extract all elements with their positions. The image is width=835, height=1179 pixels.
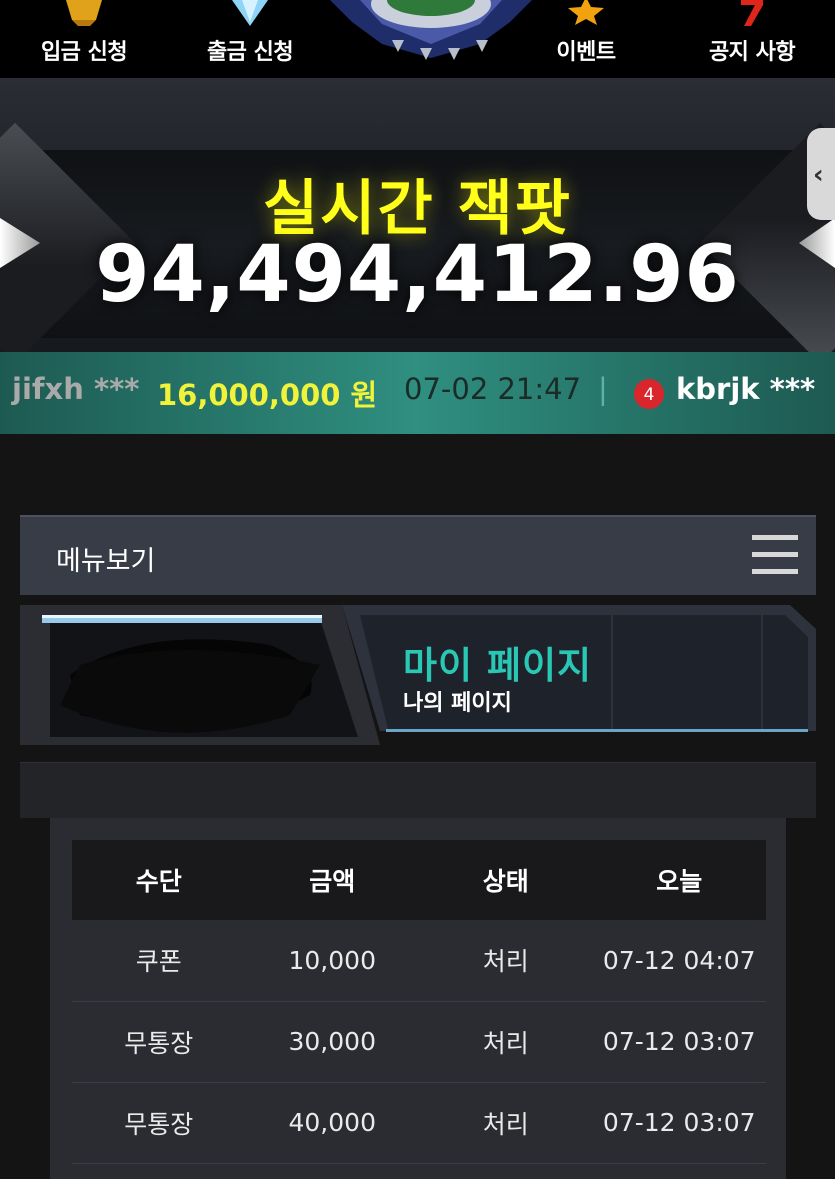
transaction-table: 수단 금액 상태 오늘 쿠폰 10,000 처리 07-12 04:07 무통장… <box>72 840 766 1164</box>
nav-event[interactable]: 이벤트 <box>516 0 656 78</box>
nav-event-label: 이벤트 <box>556 40 616 65</box>
cell-method: 무통장 <box>72 1001 246 1083</box>
panel-top-bar <box>20 762 816 818</box>
jackpot-banner: 실시간 잭팟 94,494,412.96 <box>0 78 835 353</box>
hamburger-menu-icon[interactable] <box>752 535 798 575</box>
mypage-title: 마이 페이지 <box>403 644 593 687</box>
table-header-row: 수단 금액 상태 오늘 <box>72 840 766 920</box>
menu-bar[interactable]: 메뉴보기 <box>20 515 816 595</box>
diamond-icon <box>232 0 268 26</box>
nav-deposit[interactable]: 입금 신청 <box>14 0 154 78</box>
seven-icon <box>741 0 763 26</box>
level-badge-icon: 4 <box>634 379 664 409</box>
table-row: 무통장 40,000 처리 07-12 03:07 <box>72 1082 766 1164</box>
ticker-time: 07-02 21:47 <box>404 372 582 406</box>
table-row: 무통장 30,000 처리 07-12 03:07 <box>72 1001 766 1083</box>
top-nav: 입금 신청 출금 신청 이벤트 공지 사항 <box>0 0 835 78</box>
col-method: 수단 <box>72 840 246 920</box>
table-row: 쿠폰 10,000 처리 07-12 04:07 <box>72 920 766 1002</box>
ticker-user: jifxh *** <box>12 372 140 406</box>
nav-withdraw-label: 출금 신청 <box>206 40 294 65</box>
cell-date: 07-12 03:07 <box>592 1001 766 1083</box>
nav-deposit-label: 입금 신청 <box>40 40 128 65</box>
cell-method: 무통장 <box>72 1082 246 1164</box>
cell-date: 07-12 03:07 <box>592 1082 766 1164</box>
cell-amount: 30,000 <box>245 1001 419 1083</box>
jackpot-amount: 94,494,412.96 <box>95 230 740 320</box>
cell-amount: 40,000 <box>245 1082 419 1164</box>
ticker-amount: 16,000,000 원 <box>157 378 378 412</box>
cell-status: 처리 <box>419 1001 593 1083</box>
cell-date: 07-12 04:07 <box>592 920 766 1002</box>
menu-label: 메뉴보기 <box>56 546 156 577</box>
col-date: 오늘 <box>592 840 766 920</box>
nav-withdraw[interactable]: 출금 신청 <box>180 0 320 78</box>
nav-notice[interactable]: 공지 사항 <box>682 0 822 78</box>
cell-status: 처리 <box>419 1082 593 1164</box>
ticker-next-user: kbrjk *** <box>676 372 816 406</box>
nav-notice-label: 공지 사항 <box>708 40 796 65</box>
cell-amount: 10,000 <box>245 920 419 1002</box>
chevron-left-icon: ‹ <box>813 160 824 190</box>
site-logo <box>330 0 532 60</box>
star-icon <box>568 0 604 25</box>
gold-icon <box>66 0 102 26</box>
winner-ticker: jifxh *** 16,000,000 원 07-02 21:47 | kbr… <box>0 352 835 434</box>
level-badge-text: 4 <box>644 385 655 405</box>
side-panel-toggle[interactable]: ‹ <box>807 128 835 220</box>
cell-method: 쿠폰 <box>72 920 246 1002</box>
col-status: 상태 <box>419 840 593 920</box>
mypage-subtitle: 나의 페이지 <box>403 691 512 716</box>
ticker-separator: | <box>598 372 608 406</box>
cell-status: 처리 <box>419 920 593 1002</box>
col-amount: 금액 <box>245 840 419 920</box>
mypage-header: 마이 페이지 나의 페이지 <box>20 605 816 745</box>
